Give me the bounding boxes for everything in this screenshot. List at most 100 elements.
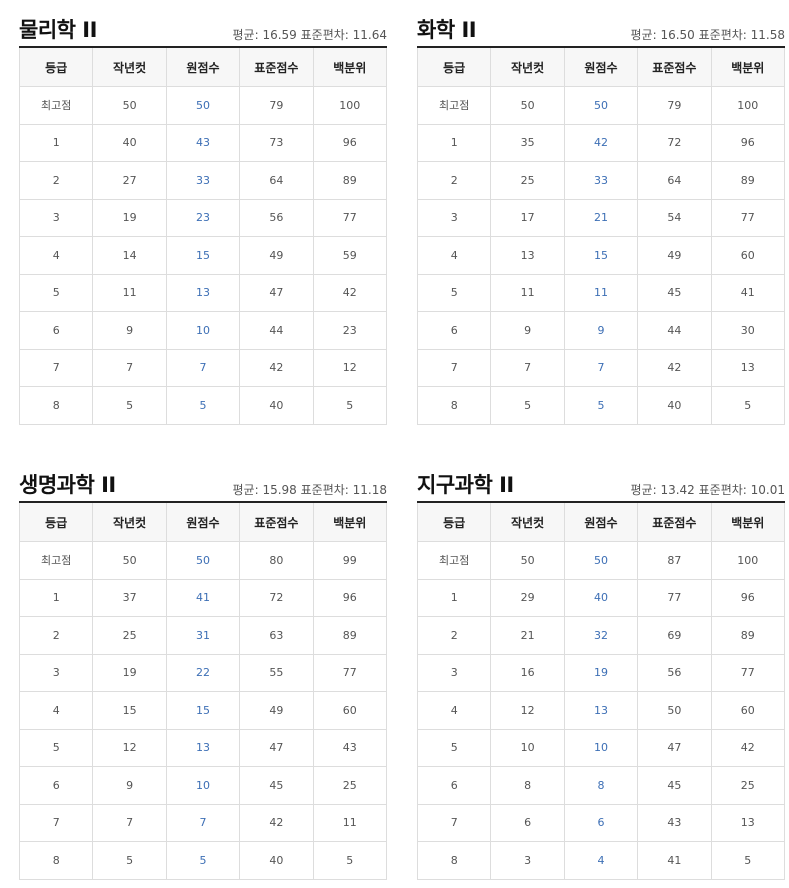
table-cell: 5 bbox=[165, 386, 241, 425]
table-cell: 11 bbox=[563, 273, 639, 312]
table-cell: 4 bbox=[18, 236, 94, 275]
table-row: 1 35 42 72 96 bbox=[416, 123, 786, 162]
table-cell: 59 bbox=[312, 236, 388, 275]
table-row: 최고점 50 50 87 100 bbox=[416, 541, 786, 580]
table-row: 최고점 50 50 79 100 bbox=[416, 86, 786, 125]
table-cell: 11 bbox=[312, 803, 388, 842]
table-cell: 10 bbox=[490, 728, 565, 767]
table-cell: 2 bbox=[416, 161, 492, 200]
table-cell: 10 bbox=[165, 766, 241, 805]
table-cell: 13 bbox=[165, 273, 241, 312]
table-cell: 13 bbox=[710, 803, 786, 842]
table-cell: 72 bbox=[239, 578, 314, 617]
column-header: 백분위 bbox=[710, 47, 786, 87]
table-cell: 5 bbox=[563, 386, 639, 425]
table-header-row: 등급 작년컷 원점수 표준점수 백분위 bbox=[416, 502, 786, 542]
table-row: 2 21 32 69 89 bbox=[416, 616, 786, 655]
table-cell: 7 bbox=[18, 803, 94, 842]
table-cell: 25 bbox=[710, 766, 786, 805]
column-header: 백분위 bbox=[312, 502, 388, 542]
table-row: 5 11 13 47 42 bbox=[18, 273, 388, 312]
table-cell: 5 bbox=[710, 386, 786, 425]
column-header: 백분위 bbox=[312, 47, 388, 87]
table-cell: 7 bbox=[18, 348, 94, 387]
table-cell: 40 bbox=[563, 578, 639, 617]
panel-header: 생명과학 II 평균: 15.98 표준편차: 11.18 bbox=[19, 463, 387, 501]
table-row: 7 7 7 42 12 bbox=[18, 348, 388, 387]
table-cell: 89 bbox=[710, 616, 786, 655]
table-cell: 45 bbox=[637, 273, 712, 312]
table-cell: 2 bbox=[18, 616, 94, 655]
table-cell: 73 bbox=[239, 123, 314, 162]
table-cell: 31 bbox=[165, 616, 241, 655]
table-cell: 35 bbox=[490, 123, 565, 162]
table-row: 5 12 13 47 43 bbox=[18, 728, 388, 767]
table-row: 3 17 21 54 77 bbox=[416, 198, 786, 237]
table-cell: 43 bbox=[165, 123, 241, 162]
table-cell: 7 bbox=[490, 348, 565, 387]
table-row: 5 11 11 45 41 bbox=[416, 273, 786, 312]
column-header: 작년컷 bbox=[92, 47, 167, 87]
panel-header: 물리학 II 평균: 16.59 표준편차: 11.64 bbox=[19, 8, 387, 46]
table-row: 8 5 5 40 5 bbox=[18, 841, 388, 880]
table-cell: 6 bbox=[416, 766, 492, 805]
table-cell: 9 bbox=[92, 311, 167, 350]
table-cell: 9 bbox=[563, 311, 639, 350]
table-cell: 13 bbox=[563, 691, 639, 730]
table-cell: 7 bbox=[165, 348, 241, 387]
table-cell: 5 bbox=[710, 841, 786, 880]
table-cell: 5 bbox=[18, 273, 94, 312]
table-cell: 7 bbox=[563, 348, 639, 387]
table-cell: 8 bbox=[18, 386, 94, 425]
column-header: 표준점수 bbox=[637, 47, 712, 87]
table-cell: 80 bbox=[239, 541, 314, 580]
table-row: 4 15 15 49 60 bbox=[18, 691, 388, 730]
table-cell: 79 bbox=[239, 86, 314, 125]
table-cell: 45 bbox=[637, 766, 712, 805]
table-cell: 55 bbox=[239, 653, 314, 692]
grade-panel: 화학 II 평균: 16.50 표준편차: 11.58 등급 작년컷 원점수 표준점수 백분… bbox=[416, 8, 786, 425]
table-row: 5 10 10 47 42 bbox=[416, 728, 786, 767]
table-cell: 최고점 bbox=[416, 541, 492, 580]
table-cell: 77 bbox=[710, 198, 786, 237]
table-cell: 11 bbox=[92, 273, 167, 312]
panel-stats: 평균: 16.50 표준편차: 11.58 bbox=[630, 28, 785, 42]
table-cell: 69 bbox=[637, 616, 712, 655]
table-cell: 19 bbox=[92, 653, 167, 692]
table-row: 7 7 7 42 11 bbox=[18, 803, 388, 842]
table-cell: 89 bbox=[312, 161, 388, 200]
table-cell: 7 bbox=[416, 803, 492, 842]
table-cell: 25 bbox=[92, 616, 167, 655]
table-cell: 15 bbox=[165, 691, 241, 730]
column-header: 등급 bbox=[416, 502, 492, 542]
table-cell: 13 bbox=[490, 236, 565, 275]
table-cell: 43 bbox=[637, 803, 712, 842]
table-cell: 87 bbox=[637, 541, 712, 580]
table-cell: 4 bbox=[563, 841, 639, 880]
table-row: 6 9 10 45 25 bbox=[18, 766, 388, 805]
table-cell: 60 bbox=[312, 691, 388, 730]
table-cell: 42 bbox=[239, 348, 314, 387]
column-header: 원점수 bbox=[165, 47, 241, 87]
table-row: 2 27 33 64 89 bbox=[18, 161, 388, 200]
table-cell: 43 bbox=[312, 728, 388, 767]
table-cell: 60 bbox=[710, 236, 786, 275]
table-cell: 63 bbox=[239, 616, 314, 655]
table-cell: 27 bbox=[92, 161, 167, 200]
table-cell: 42 bbox=[312, 273, 388, 312]
grade-table: 등급 작년컷 원점수 표준점수 백분위 최고점 50 50 79 100 1 40 43 73 96 2 27 3… bbox=[18, 46, 388, 425]
table-cell: 77 bbox=[312, 198, 388, 237]
column-header: 백분위 bbox=[710, 502, 786, 542]
table-cell: 44 bbox=[239, 311, 314, 350]
table-cell: 42 bbox=[710, 728, 786, 767]
column-header: 원점수 bbox=[563, 47, 639, 87]
table-cell: 56 bbox=[239, 198, 314, 237]
table-cell: 15 bbox=[92, 691, 167, 730]
table-cell: 7 bbox=[165, 803, 241, 842]
table-cell: 최고점 bbox=[18, 86, 94, 125]
grade-panel: 지구과학 II 평균: 13.42 표준편차: 10.01 등급 작년컷 원점수 표준점수… bbox=[416, 463, 786, 880]
table-cell: 96 bbox=[312, 123, 388, 162]
table-cell: 1 bbox=[416, 578, 492, 617]
table-cell: 7 bbox=[416, 348, 492, 387]
column-header: 작년컷 bbox=[490, 502, 565, 542]
